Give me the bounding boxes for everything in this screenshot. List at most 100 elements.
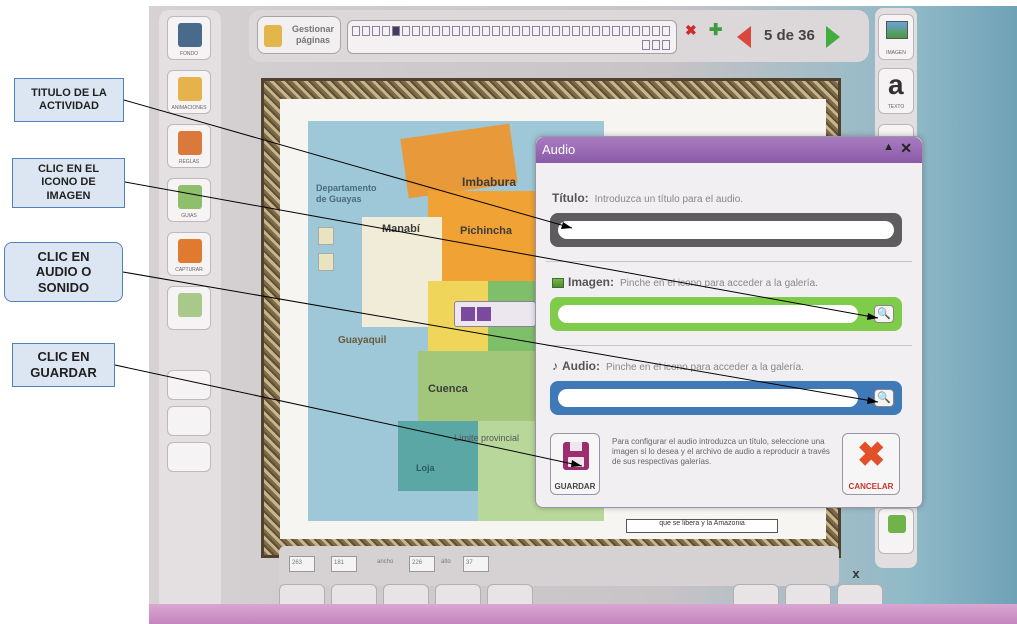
tool-icon bbox=[178, 293, 202, 317]
dialog-title: Audio bbox=[536, 137, 922, 163]
prev-page-arrow-icon[interactable] bbox=[737, 26, 751, 48]
page-thumb[interactable] bbox=[502, 26, 510, 36]
manage-pages-button[interactable]: Gestionar páginas bbox=[257, 16, 341, 54]
page-thumb[interactable] bbox=[652, 26, 660, 36]
delete-page-icon[interactable]: ✖ bbox=[685, 22, 697, 39]
page-thumb[interactable] bbox=[372, 26, 380, 36]
page-thumb[interactable] bbox=[602, 26, 610, 36]
page-thumb[interactable] bbox=[642, 40, 650, 50]
width-label: ancho bbox=[377, 559, 394, 565]
align-tool-2[interactable] bbox=[167, 406, 211, 436]
stop-icon[interactable] bbox=[477, 307, 491, 321]
page-thumb[interactable] bbox=[572, 26, 580, 36]
page-thumb[interactable] bbox=[482, 26, 490, 36]
titulo-input[interactable] bbox=[558, 221, 894, 239]
tool-imagen[interactable]: IMAGEN bbox=[878, 14, 914, 60]
page-thumb[interactable] bbox=[402, 26, 410, 36]
page-thumb[interactable] bbox=[582, 26, 590, 36]
image-gallery-search-icon[interactable]: 🔍 bbox=[874, 305, 894, 323]
label-loja: Loja bbox=[416, 463, 435, 473]
page-thumb[interactable] bbox=[352, 26, 360, 36]
left-tool-panel: FONDO ANIMACIONES REGLAS GUIAS CAPTURAR bbox=[159, 10, 221, 610]
page-thumb[interactable] bbox=[632, 26, 640, 36]
tool-reglas[interactable]: REGLAS bbox=[167, 124, 211, 168]
tool-guias[interactable]: GUIAS bbox=[167, 178, 211, 222]
imagen-input-bar: 🔍 bbox=[550, 297, 902, 331]
imagen-hint: Pinche en el icono para acceder a la gal… bbox=[620, 278, 818, 289]
page-thumb[interactable] bbox=[432, 26, 440, 36]
page-thumb[interactable] bbox=[612, 26, 620, 36]
play-icon[interactable] bbox=[461, 307, 475, 321]
align-tool-3[interactable] bbox=[167, 442, 211, 472]
divider bbox=[546, 345, 912, 346]
page-thumb[interactable] bbox=[642, 26, 650, 36]
align-tool-1[interactable] bbox=[167, 370, 211, 400]
page-thumb[interactable] bbox=[532, 26, 540, 36]
titulo-input-bar bbox=[550, 213, 902, 247]
page-thumb[interactable] bbox=[362, 26, 370, 36]
add-page-icon[interactable]: ✚ bbox=[709, 20, 722, 40]
page-thumb[interactable] bbox=[452, 26, 460, 36]
page-thumb[interactable] bbox=[492, 26, 500, 36]
page-thumb[interactable] bbox=[662, 26, 670, 36]
cancelar-button[interactable]: ✖ CANCELAR bbox=[842, 433, 900, 495]
collapse-icon[interactable]: ▲ bbox=[883, 141, 894, 153]
page-thumb[interactable] bbox=[382, 26, 390, 36]
page-counter: 5 de 36 bbox=[764, 27, 815, 44]
tool-fondo[interactable]: FONDO bbox=[167, 16, 211, 60]
bottom-close-button[interactable]: x bbox=[845, 566, 867, 586]
page-thumb[interactable] bbox=[662, 40, 670, 50]
audio-gallery-search-icon[interactable]: 🔍 bbox=[874, 389, 894, 407]
map-legend-title: Departamento de Guayas bbox=[316, 183, 377, 204]
callout-guardar: CLIC EN GUARDAR bbox=[12, 343, 115, 387]
next-page-arrow-icon[interactable] bbox=[826, 26, 840, 48]
page-thumb[interactable] bbox=[522, 26, 530, 36]
audio-field-label: ♪ Audio: Pinche en el icono para acceder a… bbox=[552, 359, 804, 373]
animation-icon bbox=[178, 77, 202, 101]
slide-textbox[interactable]: que se libera y la Amazonia bbox=[626, 519, 778, 533]
page-thumb[interactable] bbox=[422, 26, 430, 36]
page-thumb[interactable] bbox=[542, 26, 550, 36]
tool-ampliar[interactable] bbox=[878, 508, 914, 554]
page-thumb[interactable] bbox=[622, 26, 630, 36]
audio-input-bar: 🔍 bbox=[550, 381, 902, 415]
page-thumb[interactable] bbox=[512, 26, 520, 36]
page-thumb[interactable] bbox=[562, 26, 570, 36]
audio-hint: Pinche en el icono para acceder a la gal… bbox=[606, 362, 804, 373]
background-icon bbox=[178, 23, 202, 47]
tool-capturar[interactable]: CAPTURAR bbox=[167, 232, 211, 276]
spin-width[interactable]: 226 bbox=[409, 556, 435, 572]
tool-animaciones[interactable]: ANIMACIONES bbox=[167, 70, 211, 114]
page-thumb[interactable] bbox=[652, 40, 660, 50]
page-thumb[interactable] bbox=[552, 26, 560, 36]
page-thumb[interactable] bbox=[472, 26, 480, 36]
spin-y[interactable]: 181 bbox=[331, 556, 357, 572]
tool-extra[interactable] bbox=[167, 286, 211, 330]
spin-x[interactable]: 263 bbox=[289, 556, 315, 572]
tool-texto[interactable]: a TEXTO bbox=[878, 68, 914, 114]
page-thumb-current[interactable] bbox=[392, 26, 400, 36]
height-label: alto bbox=[441, 559, 451, 565]
close-icon[interactable]: ✕ bbox=[900, 140, 912, 157]
spin-height[interactable]: 37 bbox=[463, 556, 489, 572]
audio-player-widget[interactable] bbox=[454, 301, 536, 327]
page-thumb[interactable] bbox=[412, 26, 420, 36]
label-cuenca: Cuenca bbox=[428, 383, 468, 395]
imagen-input[interactable] bbox=[558, 305, 858, 323]
titulo-hint: Introduzca un título para el audio. bbox=[594, 194, 744, 205]
dialog-help-text: Para configurar el audio introduzca un t… bbox=[612, 437, 830, 466]
legend-swatch bbox=[318, 227, 334, 245]
page-thumb[interactable] bbox=[442, 26, 450, 36]
guardar-button[interactable]: GUARDAR bbox=[550, 433, 600, 495]
image-icon bbox=[552, 277, 564, 288]
page-thumb[interactable] bbox=[462, 26, 470, 36]
page-thumb[interactable] bbox=[592, 26, 600, 36]
zoom-icon bbox=[888, 515, 906, 533]
callout-titulo-actividad: TITULO DE LA ACTIVIDAD bbox=[14, 78, 124, 122]
taskbar-strip bbox=[149, 604, 1017, 624]
bottom-toolbar: 263 181 ancho 226 alto 37 bbox=[279, 546, 839, 586]
audio-input[interactable] bbox=[558, 389, 858, 407]
label-limite-provincial: Límite provincial bbox=[454, 433, 520, 443]
page-strip[interactable] bbox=[347, 20, 677, 54]
label-guayaquil: Guayaquil bbox=[338, 335, 387, 346]
